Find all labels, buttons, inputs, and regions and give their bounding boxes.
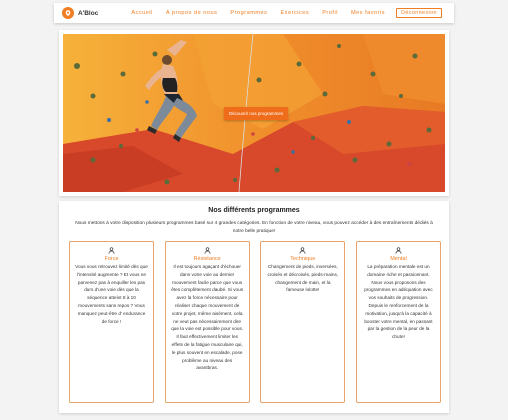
program-card-technique[interactable]: Technique Changement de pieds, inversées…	[260, 241, 346, 403]
nav-links: Accueil A propos de nous Programmes Exer…	[131, 8, 442, 18]
person-icon	[395, 247, 402, 254]
nav-link-a-propos[interactable]: A propos de nous	[166, 10, 218, 16]
nav-link-profil[interactable]: Profil	[322, 10, 338, 16]
program-card-mental[interactable]: Mental La préparation mentale est un dom…	[355, 241, 441, 403]
card-text: Vous vous retrouvez limité dès que l'int…	[75, 264, 148, 324]
program-card-resistance[interactable]: Résistance Il est toujours agaçant d'éch…	[164, 241, 250, 403]
nav-link-accueil[interactable]: Accueil	[131, 10, 153, 16]
programs-section: Nos différents programmes Nous mettons à…	[59, 201, 449, 413]
discover-programs-button[interactable]: Découvrir nos programmes	[224, 107, 288, 120]
card-text: Changement de pieds, inversées, croisés …	[267, 264, 339, 293]
card-text: Il est toujours agaçant d'échouer dans v…	[171, 264, 244, 371]
program-card-force[interactable]: Force Vous vous retrouvez limité dès que…	[69, 241, 154, 403]
nav-link-exercices[interactable]: Exercices	[280, 10, 309, 16]
person-icon	[204, 247, 211, 254]
climbing-hold-icon	[62, 7, 74, 19]
section-intro: Nous mettons à votre disposition plusieu…	[75, 221, 433, 234]
hero-section: Découvrir nos programmes	[59, 30, 449, 196]
card-text: La préparation mentale est un domaine ri…	[364, 264, 433, 340]
person-icon	[299, 247, 306, 254]
nav-link-programmes[interactable]: Programmes	[230, 10, 267, 16]
hero-image: Découvrir nos programmes	[63, 34, 445, 192]
navbar: A'Bloc Accueil A propos de nous Programm…	[54, 3, 454, 23]
program-cards: Force Vous vous retrouvez limité dès que…	[69, 241, 441, 403]
brand-name: A'Bloc	[78, 9, 99, 17]
section-title: Nos différents programmes	[208, 207, 300, 214]
person-icon	[108, 247, 115, 254]
brand-logo[interactable]: A'Bloc	[62, 7, 98, 19]
logout-button[interactable]: Déconnexion	[396, 8, 442, 18]
nav-link-mes-favoris[interactable]: Mes favoris	[351, 10, 385, 16]
